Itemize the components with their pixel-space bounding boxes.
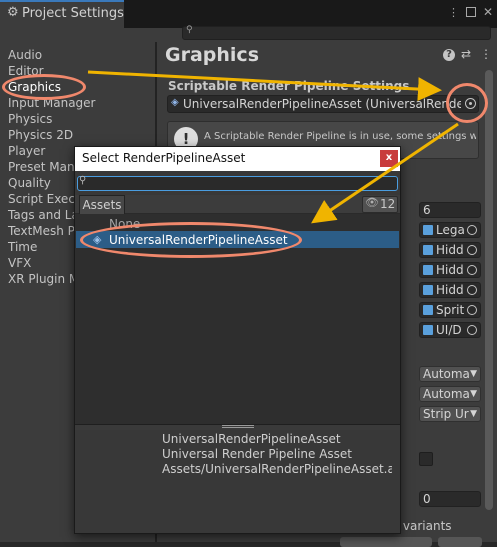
annotation-arrow xyxy=(311,122,459,224)
annotation-arrows xyxy=(87,70,459,224)
annotation-arrow xyxy=(87,70,442,102)
